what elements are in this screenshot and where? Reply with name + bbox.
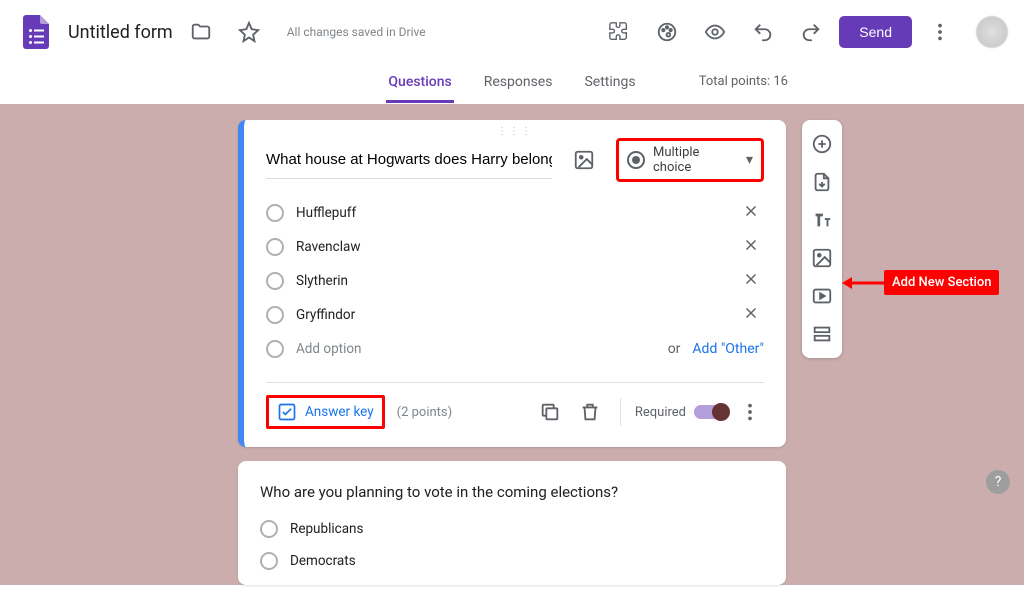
- question-more-icon[interactable]: [736, 398, 764, 426]
- add-other-link[interactable]: Add "Other": [692, 341, 764, 357]
- theme-icon[interactable]: [647, 12, 687, 52]
- remove-option-icon[interactable]: [738, 300, 764, 330]
- drag-handle-icon[interactable]: ⋮⋮⋮: [497, 126, 533, 137]
- addons-icon[interactable]: [599, 12, 639, 52]
- form-title[interactable]: Untitled form: [68, 22, 173, 43]
- option-label: Republicans: [290, 521, 764, 537]
- add-image-icon[interactable]: [564, 140, 604, 180]
- question-type-select[interactable]: Multiple choice ▾: [616, 138, 764, 182]
- add-question-icon[interactable]: [806, 128, 838, 160]
- tab-questions[interactable]: Questions: [386, 64, 453, 103]
- chevron-down-icon: ▾: [746, 152, 753, 168]
- annotation-arrow: [842, 276, 888, 290]
- radio-icon: [266, 238, 284, 256]
- option-label[interactable]: Gryffindor: [296, 307, 726, 323]
- required-toggle[interactable]: [694, 405, 728, 419]
- radio-icon: [627, 151, 645, 169]
- option-label[interactable]: Slytherin: [296, 273, 726, 289]
- question-type-label: Multiple choice: [653, 145, 738, 175]
- or-text: or: [668, 341, 681, 357]
- divider: [620, 398, 621, 426]
- answer-key-button[interactable]: Answer key: [266, 395, 385, 429]
- remove-option-icon[interactable]: [738, 266, 764, 296]
- import-questions-icon[interactable]: [806, 166, 838, 198]
- question-card[interactable]: ⋮⋮⋮ Multiple choice ▾ Hufflepuff Ravencl…: [238, 120, 786, 447]
- avatar[interactable]: [976, 16, 1008, 48]
- answer-key-label: Answer key: [305, 404, 374, 420]
- option-label: Democrats: [290, 553, 764, 569]
- duplicate-icon[interactable]: [534, 396, 566, 428]
- annotation-callout: Add New Section: [884, 270, 999, 295]
- radio-icon: [260, 552, 278, 570]
- option-label[interactable]: Ravenclaw: [296, 239, 726, 255]
- option-row[interactable]: Hufflepuff: [266, 196, 764, 230]
- option-row[interactable]: Republicans: [260, 513, 764, 545]
- side-toolbar: [802, 120, 842, 358]
- more-icon[interactable]: [920, 12, 960, 52]
- radio-icon: [260, 520, 278, 538]
- question-card[interactable]: Who are you planning to vote in the comi…: [238, 461, 786, 585]
- add-image-icon[interactable]: [806, 242, 838, 274]
- tab-responses[interactable]: Responses: [482, 64, 555, 103]
- send-button[interactable]: Send: [839, 16, 912, 48]
- option-row[interactable]: Democrats: [260, 545, 764, 577]
- forms-logo[interactable]: [16, 12, 56, 52]
- add-video-icon[interactable]: [806, 280, 838, 312]
- add-title-icon[interactable]: [806, 204, 838, 236]
- required-label: Required: [635, 405, 686, 420]
- total-points: Total points: 16: [699, 74, 788, 89]
- option-row[interactable]: Ravenclaw: [266, 230, 764, 264]
- add-option-label[interactable]: Add option: [296, 341, 656, 357]
- remove-option-icon[interactable]: [738, 198, 764, 228]
- preview-icon[interactable]: [695, 12, 735, 52]
- add-section-icon[interactable]: [806, 318, 838, 350]
- option-row[interactable]: Slytherin: [266, 264, 764, 298]
- radio-icon: [266, 204, 284, 222]
- radio-icon: [266, 306, 284, 324]
- radio-icon: [266, 272, 284, 290]
- drive-status: All changes saved in Drive: [287, 25, 426, 39]
- move-to-folder-icon[interactable]: [181, 12, 221, 52]
- option-label[interactable]: Hufflepuff: [296, 205, 726, 221]
- redo-icon[interactable]: [791, 12, 831, 52]
- undo-icon[interactable]: [743, 12, 783, 52]
- points-label: (2 points): [397, 405, 453, 420]
- star-icon[interactable]: [229, 12, 269, 52]
- add-option-row[interactable]: Add option or Add "Other": [266, 332, 764, 366]
- question-title-input[interactable]: [266, 141, 552, 179]
- tab-settings[interactable]: Settings: [582, 64, 637, 103]
- radio-icon: [266, 340, 284, 358]
- remove-option-icon[interactable]: [738, 232, 764, 262]
- help-icon[interactable]: ?: [986, 470, 1010, 494]
- delete-icon[interactable]: [574, 396, 606, 428]
- option-row[interactable]: Gryffindor: [266, 298, 764, 332]
